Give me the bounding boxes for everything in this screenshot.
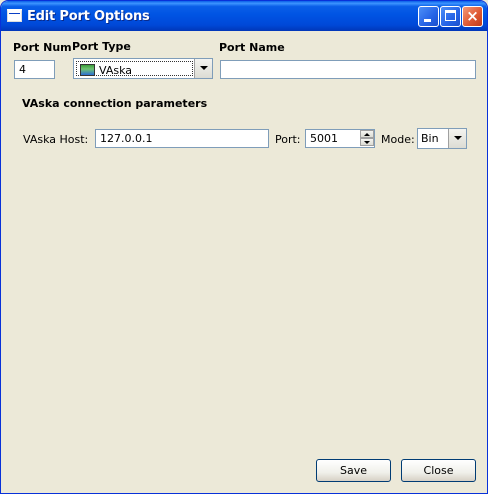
vaska-host-input[interactable]: 127.0.0.1 (95, 129, 269, 148)
mode-label: Mode: (381, 133, 415, 146)
port-spin-buttons (360, 130, 374, 147)
chevron-down-icon (200, 66, 208, 70)
port-decrement-button[interactable] (360, 138, 374, 146)
section-heading: VAska connection parameters (22, 97, 208, 110)
maximize-icon (445, 10, 456, 21)
port-name-input[interactable] (220, 60, 476, 79)
close-icon: × (466, 7, 479, 25)
window-icon (7, 9, 22, 22)
port-type-label: Port Type (72, 40, 131, 53)
edit-port-options-dialog: Edit Port Options × Port Num Port Type P… (0, 0, 488, 494)
close-button[interactable]: Close (401, 459, 476, 482)
minimize-icon (424, 19, 431, 22)
port-type-dropdown-button[interactable] (194, 59, 212, 78)
mode-dropdown-button[interactable] (448, 129, 466, 148)
port-increment-button[interactable] (360, 130, 374, 138)
maximize-button[interactable] (440, 6, 461, 27)
port-num-input[interactable]: 4 (14, 60, 55, 79)
port-type-select[interactable]: VAska (73, 58, 213, 79)
port-num-label: Port Num (13, 41, 72, 54)
chevron-down-icon (364, 141, 370, 144)
port-label: Port: (275, 133, 301, 146)
mode-selected: Bin (421, 132, 439, 145)
port-spinbox-value: 5001 (310, 132, 338, 145)
title-bar[interactable]: Edit Port Options × (1, 1, 487, 31)
mode-select[interactable]: Bin (417, 128, 467, 149)
port-type-selected-field: VAska (76, 61, 193, 77)
vaska-host-label: VAska Host: (23, 133, 89, 146)
window-title: Edit Port Options (27, 9, 150, 24)
minimize-button[interactable] (418, 6, 439, 27)
chevron-down-icon (454, 136, 462, 140)
close-window-button[interactable]: × (462, 6, 483, 27)
chevron-up-icon (364, 133, 370, 136)
vaska-icon (80, 64, 95, 76)
port-type-selected: VAska (99, 64, 132, 77)
port-spinbox[interactable]: 5001 (305, 129, 375, 148)
port-name-label: Port Name (219, 41, 285, 54)
save-button[interactable]: Save (316, 459, 391, 482)
